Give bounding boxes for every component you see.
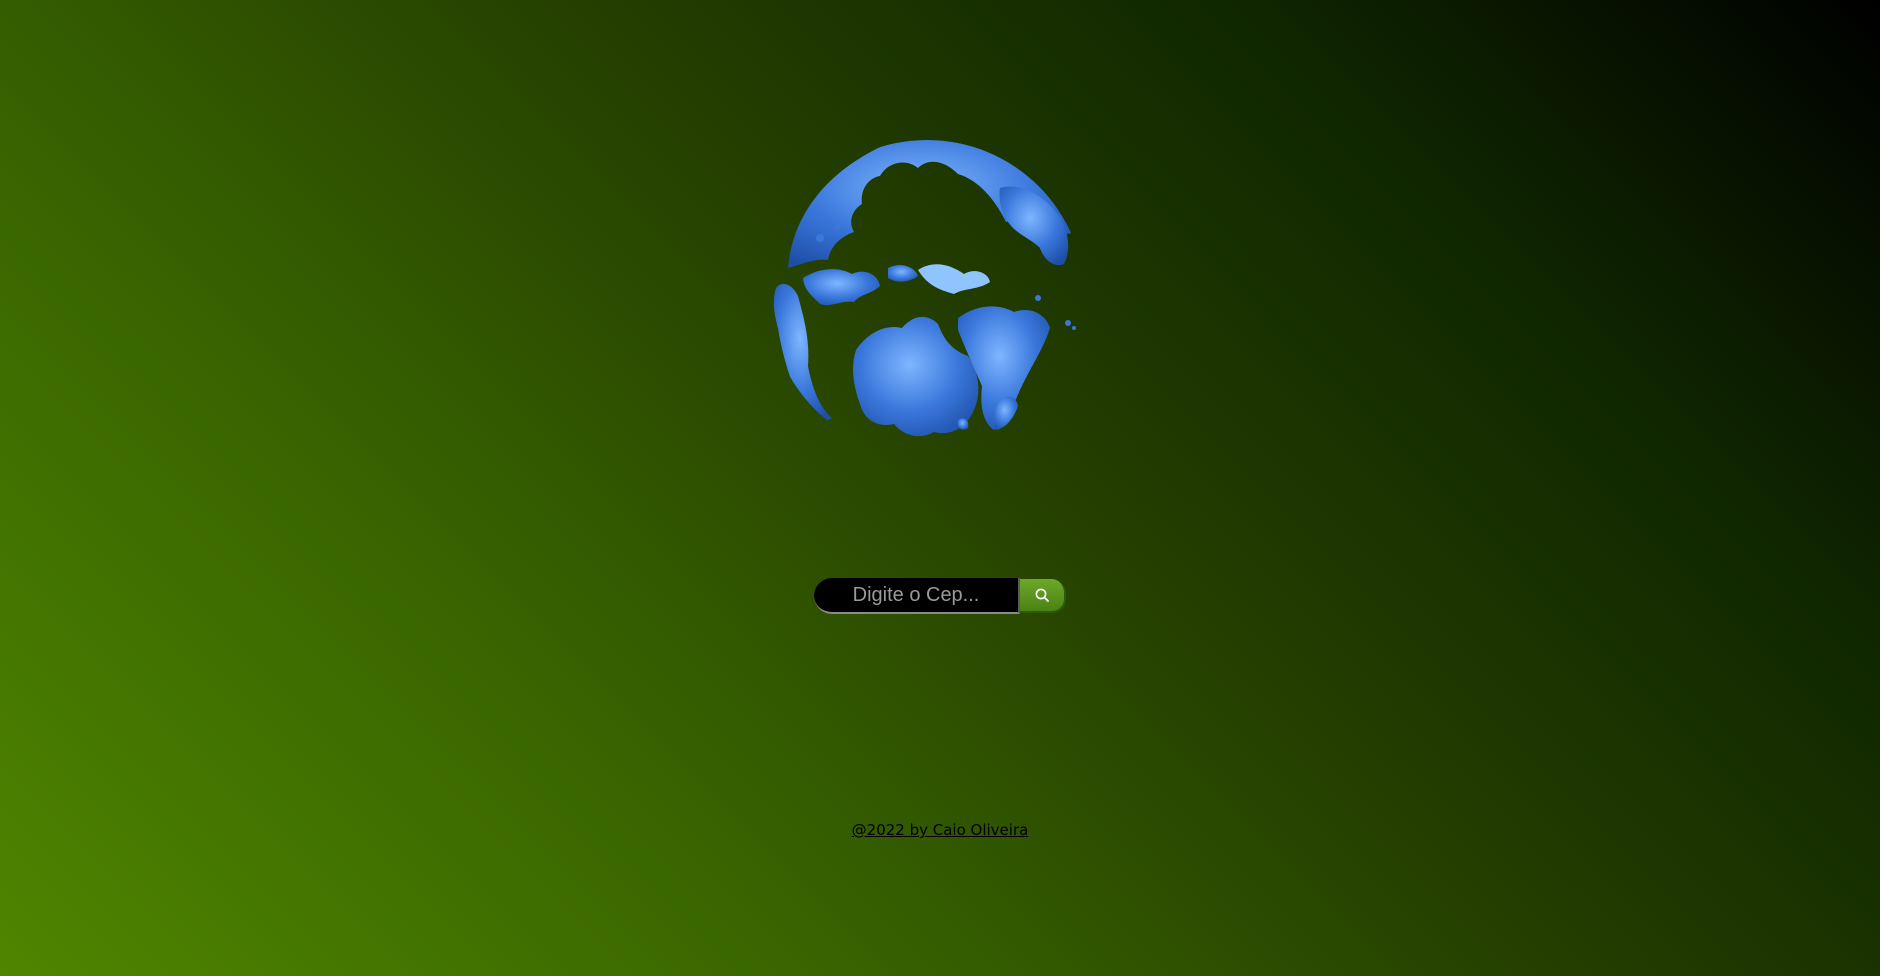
author-credit-link[interactable]: @2022 by Caio Oliveira xyxy=(852,821,1029,839)
search-button[interactable] xyxy=(1020,579,1066,613)
cep-search-bar xyxy=(814,578,1066,614)
footer-credit: @2022 by Caio Oliveira xyxy=(0,820,1880,839)
cep-search-input[interactable] xyxy=(814,578,1020,614)
search-icon xyxy=(1035,588,1049,602)
globe-icon xyxy=(773,140,1083,437)
globe-image xyxy=(768,118,1086,490)
